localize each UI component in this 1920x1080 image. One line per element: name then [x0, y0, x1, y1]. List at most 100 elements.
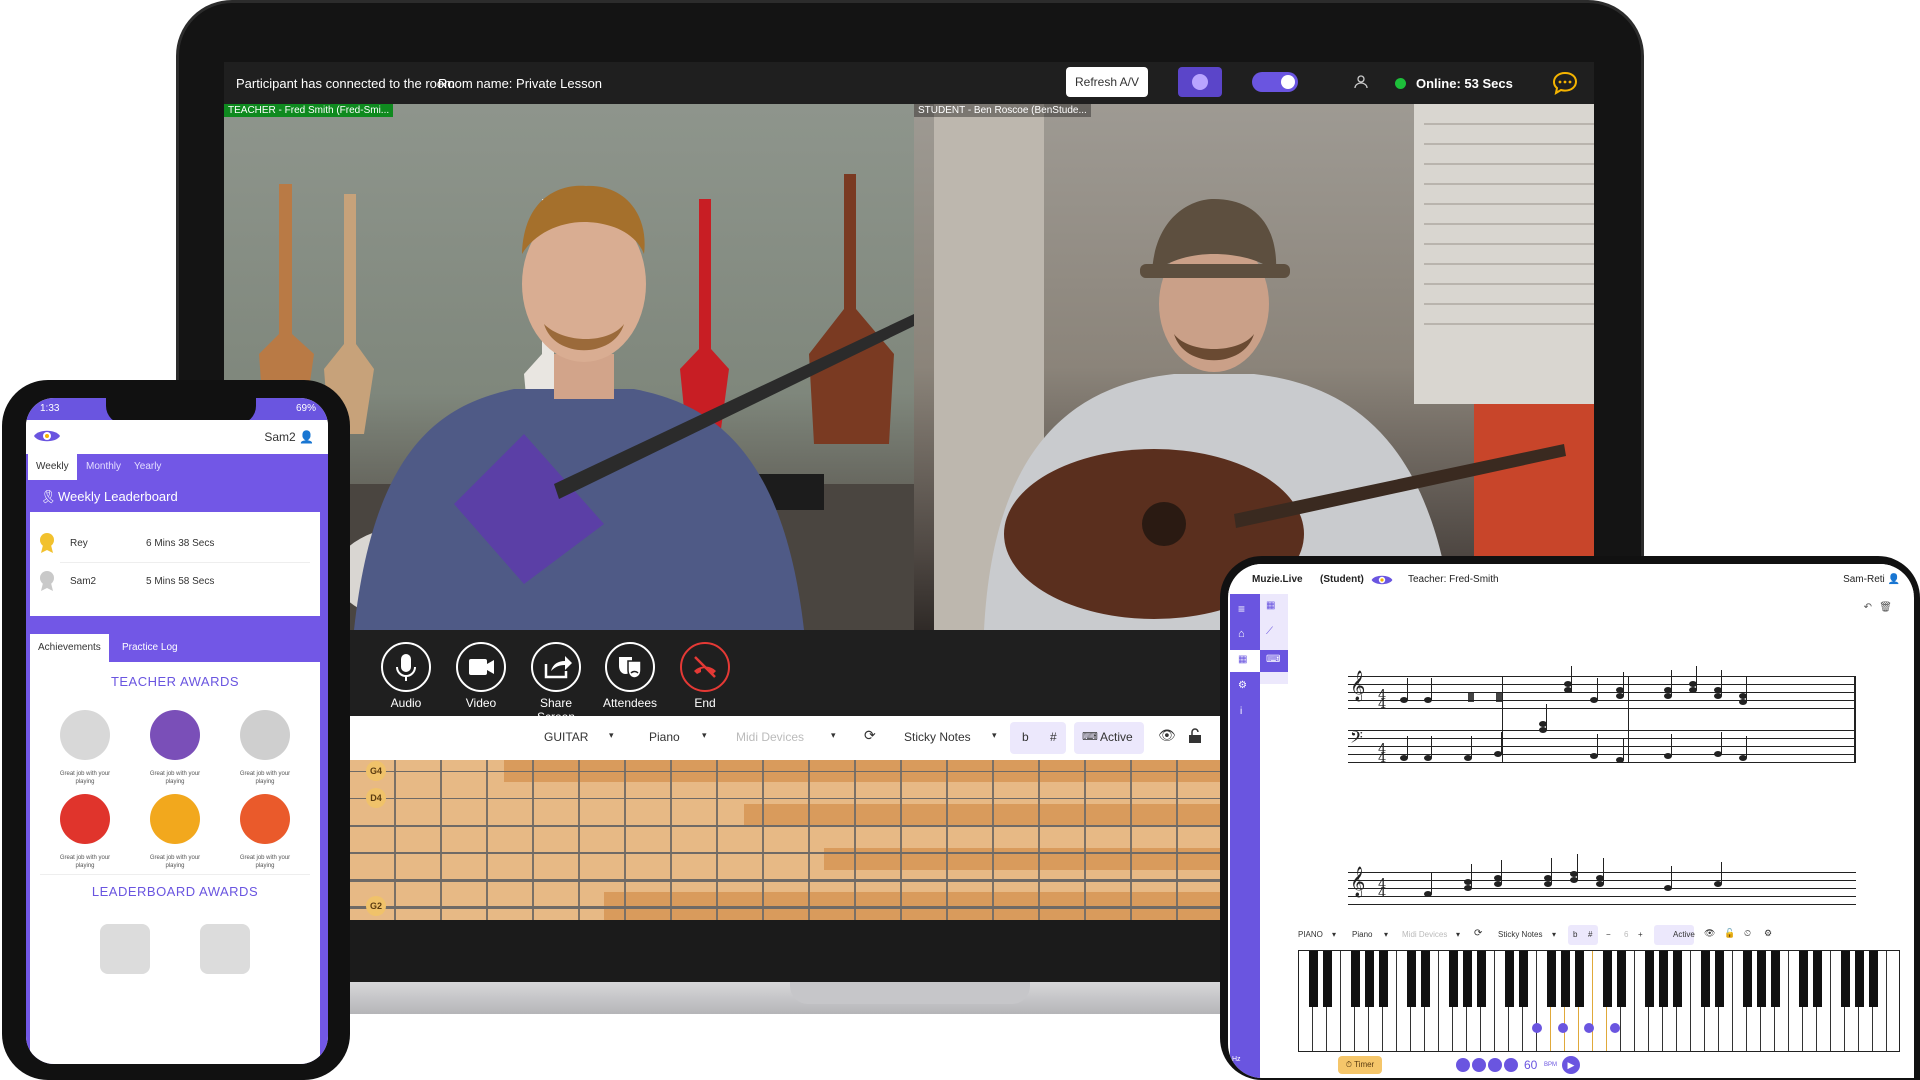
black-key[interactable]: [1421, 951, 1430, 1007]
piano-icon[interactable]: ▦: [1238, 654, 1247, 665]
fret-note[interactable]: G2: [366, 896, 386, 916]
black-key[interactable]: [1449, 951, 1458, 1007]
black-key[interactable]: [1407, 951, 1416, 1007]
avatar-button[interactable]: [1178, 67, 1222, 97]
metronome-icon[interactable]: ⏲: [1744, 928, 1751, 939]
sharp-button[interactable]: #: [1588, 930, 1592, 939]
black-key[interactable]: [1575, 951, 1584, 1007]
black-key[interactable]: [1757, 951, 1766, 1007]
phone-username[interactable]: Sam2 👤: [264, 430, 314, 444]
menu-icon[interactable]: ≡: [1238, 602, 1245, 616]
flat-button[interactable]: b: [1573, 930, 1577, 939]
user-icon[interactable]: [1354, 75, 1368, 89]
bass-clef-icon: 𝄢: [1350, 729, 1363, 751]
award-badge[interactable]: [240, 710, 290, 760]
instrument-select[interactable]: GUITAR: [544, 730, 588, 744]
black-key[interactable]: [1477, 951, 1486, 1007]
black-key[interactable]: [1799, 951, 1808, 1007]
end-call-button[interactable]: End: [675, 642, 735, 710]
black-key[interactable]: [1617, 951, 1626, 1007]
black-key[interactable]: [1603, 951, 1612, 1007]
chat-icon[interactable]: [1552, 71, 1578, 95]
award-badge[interactable]: [60, 794, 110, 844]
sticky-notes-select[interactable]: Sticky Notes: [1498, 930, 1542, 939]
tab-practice-log[interactable]: Practice Log: [114, 634, 186, 662]
black-key[interactable]: [1463, 951, 1472, 1007]
piano-keyboard[interactable]: [1298, 950, 1900, 1052]
award-badge[interactable]: [60, 710, 110, 760]
lock-icon[interactable]: 🔓: [1724, 928, 1735, 939]
sound-select[interactable]: Piano: [649, 730, 680, 744]
black-key[interactable]: [1855, 951, 1864, 1007]
tab-yearly[interactable]: Yearly: [126, 454, 169, 480]
fret-note[interactable]: G4: [366, 761, 386, 781]
tablet-subnav: ▦ ⟋ ⌨: [1260, 594, 1288, 684]
award-caption: Great job with your playing: [239, 855, 291, 869]
sound-select[interactable]: Piano: [1352, 930, 1372, 939]
award-badge[interactable]: [240, 794, 290, 844]
black-key[interactable]: [1673, 951, 1682, 1007]
tab-weekly[interactable]: Weekly: [28, 454, 77, 480]
octave-up-button[interactable]: +: [1638, 930, 1643, 939]
timer-button[interactable]: ⏱ Timer: [1338, 1056, 1382, 1074]
settings-icon[interactable]: ⚙: [1764, 928, 1772, 939]
guitar-fretboard[interactable]: G4 D4 B2 G2: [224, 760, 1224, 920]
black-key[interactable]: [1841, 951, 1850, 1007]
black-key[interactable]: [1701, 951, 1710, 1007]
undo-icon[interactable]: ↶: [1864, 602, 1872, 613]
black-key[interactable]: [1379, 951, 1388, 1007]
black-key[interactable]: [1869, 951, 1878, 1007]
tablet-username[interactable]: Sam-Reti 👤: [1843, 574, 1900, 585]
sharp-button[interactable]: #: [1050, 730, 1057, 744]
student-video-scene: [934, 104, 1594, 630]
tab-monthly[interactable]: Monthly: [78, 454, 129, 480]
eye-icon[interactable]: 👁: [1158, 727, 1176, 744]
refresh-icon[interactable]: ⟳: [864, 727, 876, 744]
black-key[interactable]: [1645, 951, 1654, 1007]
black-key[interactable]: [1771, 951, 1780, 1007]
octave-down-button[interactable]: −: [1606, 930, 1611, 939]
award-badge[interactable]: [200, 924, 250, 974]
home-icon[interactable]: ⌂: [1238, 628, 1245, 640]
black-key[interactable]: [1323, 951, 1332, 1007]
midi-devices-select[interactable]: Midi Devices: [1402, 930, 1447, 939]
black-key[interactable]: [1547, 951, 1556, 1007]
flat-button[interactable]: b: [1022, 730, 1029, 744]
instrument-select[interactable]: PIANO: [1298, 930, 1323, 939]
tab-achievements[interactable]: Achievements: [30, 634, 109, 662]
trash-icon[interactable]: 🗑: [1879, 602, 1892, 613]
muzie-logo-icon[interactable]: [32, 426, 62, 446]
award-badge[interactable]: [150, 794, 200, 844]
black-key[interactable]: [1659, 951, 1668, 1007]
midi-devices-select[interactable]: Midi Devices: [736, 730, 804, 744]
award-badge[interactable]: [100, 924, 150, 974]
black-key[interactable]: [1365, 951, 1374, 1007]
black-key[interactable]: [1351, 951, 1360, 1007]
settings-icon[interactable]: ⚙: [1238, 680, 1247, 691]
refresh-av-button[interactable]: Refresh A/V: [1066, 67, 1148, 97]
award-badge[interactable]: [150, 710, 200, 760]
info-icon[interactable]: i: [1240, 706, 1242, 717]
black-key[interactable]: [1519, 951, 1528, 1007]
chart-icon[interactable]: ⟋: [1266, 626, 1273, 637]
white-key[interactable]: [1887, 951, 1899, 1051]
eye-icon[interactable]: 👁: [1704, 928, 1715, 939]
attendees-button[interactable]: Attendees: [600, 642, 660, 710]
play-icon[interactable]: ▶: [1562, 1056, 1580, 1074]
black-key[interactable]: [1813, 951, 1822, 1007]
black-key[interactable]: [1743, 951, 1752, 1007]
instrument-icon[interactable]: ▦: [1266, 600, 1275, 611]
audio-button[interactable]: Audio: [376, 642, 436, 710]
keyboard-icon[interactable]: ⌨: [1266, 654, 1280, 665]
black-key[interactable]: [1561, 951, 1570, 1007]
black-key[interactable]: [1309, 951, 1318, 1007]
fret-note[interactable]: D4: [366, 788, 386, 808]
black-key[interactable]: [1715, 951, 1724, 1007]
sticky-notes-select[interactable]: Sticky Notes: [904, 730, 971, 744]
mode-toggle[interactable]: [1252, 72, 1298, 92]
lock-icon[interactable]: [1188, 728, 1202, 744]
video-button[interactable]: Video: [451, 642, 511, 710]
share-screen-button[interactable]: Share Screen: [526, 642, 586, 724]
black-key[interactable]: [1505, 951, 1514, 1007]
refresh-icon[interactable]: ⟳: [1474, 928, 1482, 939]
